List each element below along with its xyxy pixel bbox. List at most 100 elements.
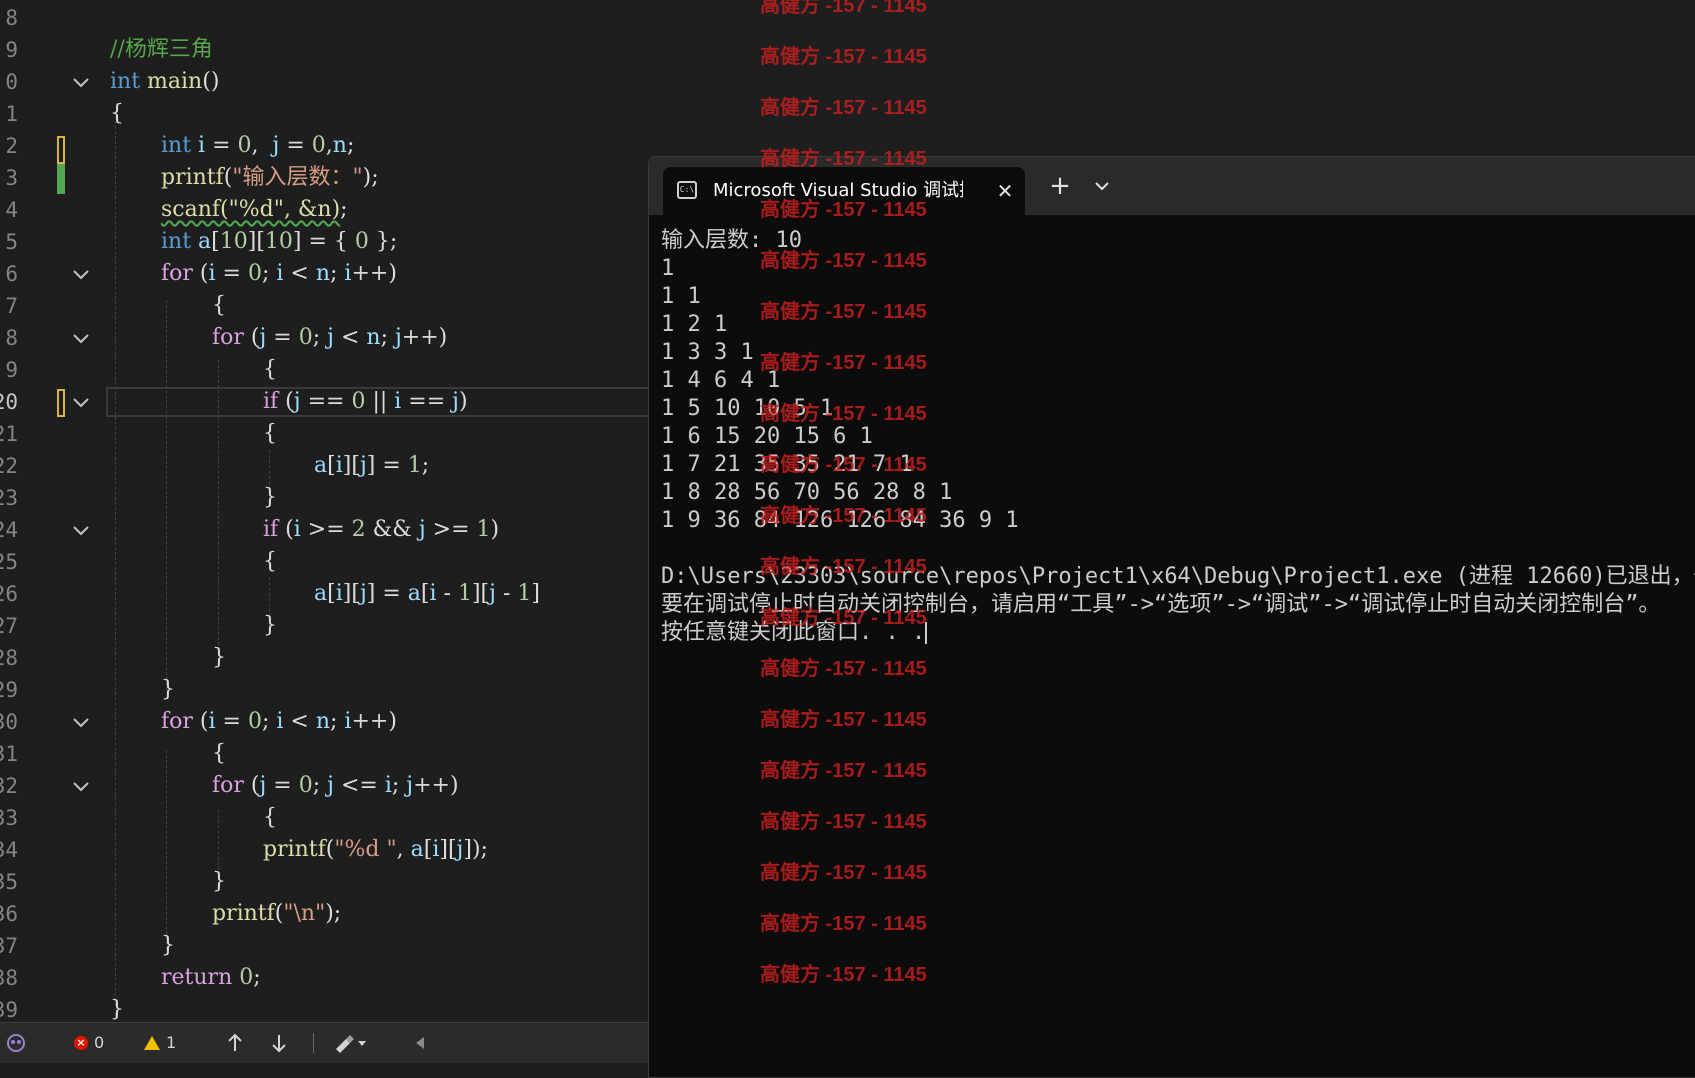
watermark-text: 高健方 -157 - 1145 [760, 97, 927, 119]
code-token: 0 [247, 709, 262, 734]
copilot-icon[interactable] [4, 1023, 28, 1063]
console-line: 按任意键关闭此窗口. . . [661, 619, 1695, 647]
code-token: ; [312, 773, 328, 798]
code-line: { [263, 354, 277, 386]
code-token: () [202, 69, 220, 94]
code-token: ; [340, 197, 348, 222]
line-number: 6 [5, 262, 18, 286]
unsaved-change-marker [57, 389, 65, 417]
code-token: n [332, 133, 347, 158]
indent-guide [166, 300, 167, 690]
code-token: ( [243, 773, 260, 798]
code-token: } [212, 869, 226, 894]
line-number: 4 [5, 198, 18, 222]
console-line-text: 按任意键关闭此窗口. . . [661, 620, 926, 645]
indent-guide [115, 116, 116, 1016]
code-token: }; [368, 229, 398, 254]
code-token: j [394, 325, 402, 350]
code-token: , [396, 837, 411, 862]
code-token: "%d " [334, 837, 397, 862]
cleanup-brush-icon[interactable] [332, 1023, 368, 1063]
scroll-left-icon[interactable] [414, 1023, 426, 1063]
code-line: for (i = 0; i < n; i++) [161, 258, 397, 290]
code-token: || [365, 389, 395, 414]
code-token: = [266, 325, 299, 350]
code-token: } [161, 677, 175, 702]
code-token: ; [330, 261, 345, 286]
code-token: ++) [351, 709, 397, 734]
arrow-up-icon[interactable] [226, 1023, 244, 1063]
code-token: ][ [471, 581, 490, 606]
line-number: 9 [5, 358, 18, 382]
fold-chevron-icon[interactable] [72, 770, 90, 802]
code-token: i [208, 709, 216, 734]
code-token: printf [263, 837, 326, 862]
code-token: j [293, 389, 301, 414]
debug-console-window[interactable]: C:\ Microsoft Visual Studio 调试控制台 ✕ + 输入… [648, 156, 1695, 1078]
arrow-down-icon[interactable] [270, 1023, 288, 1063]
console-line: 1 3 3 1 [661, 339, 1695, 367]
console-line: 输入层数: 10 [661, 227, 1695, 255]
code-token: ( [278, 517, 294, 542]
code-token: for [212, 325, 244, 350]
code-token: 1 [517, 581, 532, 606]
code-token: j [359, 581, 367, 606]
code-token: n [315, 709, 330, 734]
line-number: 37 [0, 934, 18, 958]
fold-chevron-icon[interactable] [72, 322, 90, 354]
code-line: scanf("%d", &n); [161, 194, 348, 226]
code-token: ++) [413, 773, 459, 798]
code-token: [ [420, 581, 430, 606]
indent-guide [166, 750, 167, 950]
saved-change-marker [57, 164, 65, 194]
console-line: 1 8 28 56 70 56 28 8 1 [661, 479, 1695, 507]
console-output[interactable]: 输入层数: 10 1 1 1 1 2 1 1 3 3 1 1 4 6 4 1 1 5 10 … [661, 227, 1695, 647]
fold-chevron-icon[interactable] [72, 386, 90, 418]
new-tab-plus-icon[interactable]: + [1045, 171, 1075, 201]
code-token: j [489, 581, 496, 606]
code-token: [ [211, 229, 220, 254]
code-line: } [110, 994, 124, 1022]
code-token: int [161, 229, 192, 254]
code-token: 10 [264, 229, 293, 254]
fold-chevron-icon[interactable] [72, 706, 90, 738]
code-token: j [327, 773, 334, 798]
code-token: 1 [407, 453, 422, 478]
console-tab[interactable]: C:\ Microsoft Visual Studio 调试控制台 ✕ [663, 167, 1025, 215]
code-token: scanf("%d", &n) [161, 197, 341, 222]
code-token: ; [391, 773, 407, 798]
error-count[interactable]: × 0 [74, 1023, 104, 1063]
code-line: int main() [110, 66, 219, 98]
code-token: ; [312, 325, 328, 350]
fold-chevron-icon[interactable] [72, 514, 90, 546]
code-line: { [212, 290, 226, 322]
code-token: && [365, 517, 419, 542]
code-token: j [452, 389, 459, 414]
warning-count[interactable]: 1 [144, 1023, 176, 1063]
line-number: 25 [0, 550, 18, 574]
code-token: ]); [463, 837, 488, 862]
code-token: ) [490, 517, 500, 542]
console-line-text: D:\Users\23303\source\repos\Project1\x64… [661, 564, 1695, 589]
fold-chevron-icon[interactable] [72, 258, 90, 290]
console-line-text: 1 1 [661, 284, 701, 309]
code-token: { [263, 805, 277, 830]
code-token: ][ [342, 581, 360, 606]
code-token: ); [362, 165, 379, 190]
code-line: } [263, 610, 277, 642]
code-line: return 0; [161, 962, 261, 994]
fold-chevron-icon[interactable] [72, 66, 90, 98]
indent-guide [218, 360, 219, 660]
console-line: 要在调试停止时自动关闭控制台，请启用“工具”->“选项”->“调试”->“调试停… [661, 591, 1695, 619]
code-token: 0 [298, 773, 313, 798]
code-editor[interactable]: 8901234567892021222324252627282930313233… [0, 0, 650, 1022]
chevron-down-icon[interactable] [1087, 171, 1117, 201]
console-line-text: 1 4 6 4 1 [661, 368, 781, 393]
code-line: for (i = 0; i < n; i++) [161, 706, 397, 738]
close-icon[interactable]: ✕ [993, 179, 1017, 203]
code-token: a [407, 581, 421, 606]
code-token: } [212, 645, 226, 670]
code-line: printf("输入层数："); [161, 162, 379, 194]
line-number: 32 [0, 774, 18, 798]
code-line: int a[10][10] = { 0 }; [161, 226, 397, 258]
